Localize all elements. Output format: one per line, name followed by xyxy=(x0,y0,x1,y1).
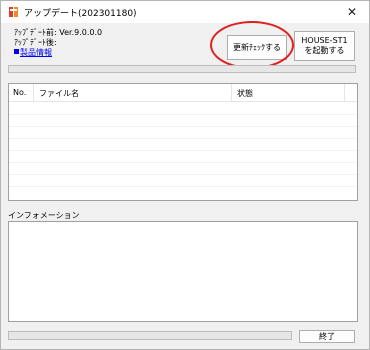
product-info-label: 製品情報 xyxy=(20,48,52,57)
house-app-icon xyxy=(9,7,18,17)
column-divider xyxy=(231,84,232,102)
product-info-link[interactable]: 製品情報 xyxy=(14,48,102,58)
close-window-button[interactable]: ✕ xyxy=(341,3,363,21)
download-progress-bar xyxy=(8,65,356,73)
row-gridline xyxy=(9,174,357,175)
column-divider xyxy=(344,84,345,102)
close-icon: ✕ xyxy=(346,5,358,19)
title-bar: アップデート(202301180) ✕ xyxy=(1,1,369,23)
row-gridline xyxy=(9,114,357,115)
column-no[interactable]: No. xyxy=(13,88,26,97)
information-label: インフォメーション xyxy=(8,211,80,220)
launch-house-st1-button[interactable]: HOUSE-ST1 を起動する xyxy=(294,31,355,61)
square-bullet-icon xyxy=(14,49,19,54)
update-window: アップデート(202301180) ✕ ｱｯﾌﾟﾃﾞｰﾄ前: Ver.9.0.0… xyxy=(0,0,370,350)
file-list-header: No. ファイル名 状態 xyxy=(9,84,357,102)
launch-button-line2: を起動する xyxy=(304,46,345,55)
row-gridline xyxy=(9,138,357,139)
version-after: ｱｯﾌﾟﾃﾞｰﾄ後: xyxy=(14,38,57,47)
column-filename[interactable]: ファイル名 xyxy=(39,88,79,99)
column-divider xyxy=(33,84,34,102)
column-status[interactable]: 状態 xyxy=(237,88,253,99)
overall-progress-bar xyxy=(8,331,292,340)
exit-button[interactable]: 終了 xyxy=(299,330,355,343)
row-gridline xyxy=(9,150,357,151)
file-list[interactable]: No. ファイル名 状態 xyxy=(8,83,358,201)
version-info: ｱｯﾌﾟﾃﾞｰﾄ前: Ver.9.0.0.0 ｱｯﾌﾟﾃﾞｰﾄ後: 製品情報 xyxy=(14,28,102,58)
row-gridline xyxy=(9,126,357,127)
information-textbox[interactable] xyxy=(8,221,358,322)
version-before: ｱｯﾌﾟﾃﾞｰﾄ前: Ver.9.0.0.0 xyxy=(14,28,103,37)
row-gridline xyxy=(9,186,357,187)
window-title: アップデート(202301180) xyxy=(24,9,137,19)
launch-button-line1: HOUSE-ST1 xyxy=(301,36,348,45)
highlight-ellipse xyxy=(210,21,294,69)
row-gridline xyxy=(9,162,357,163)
